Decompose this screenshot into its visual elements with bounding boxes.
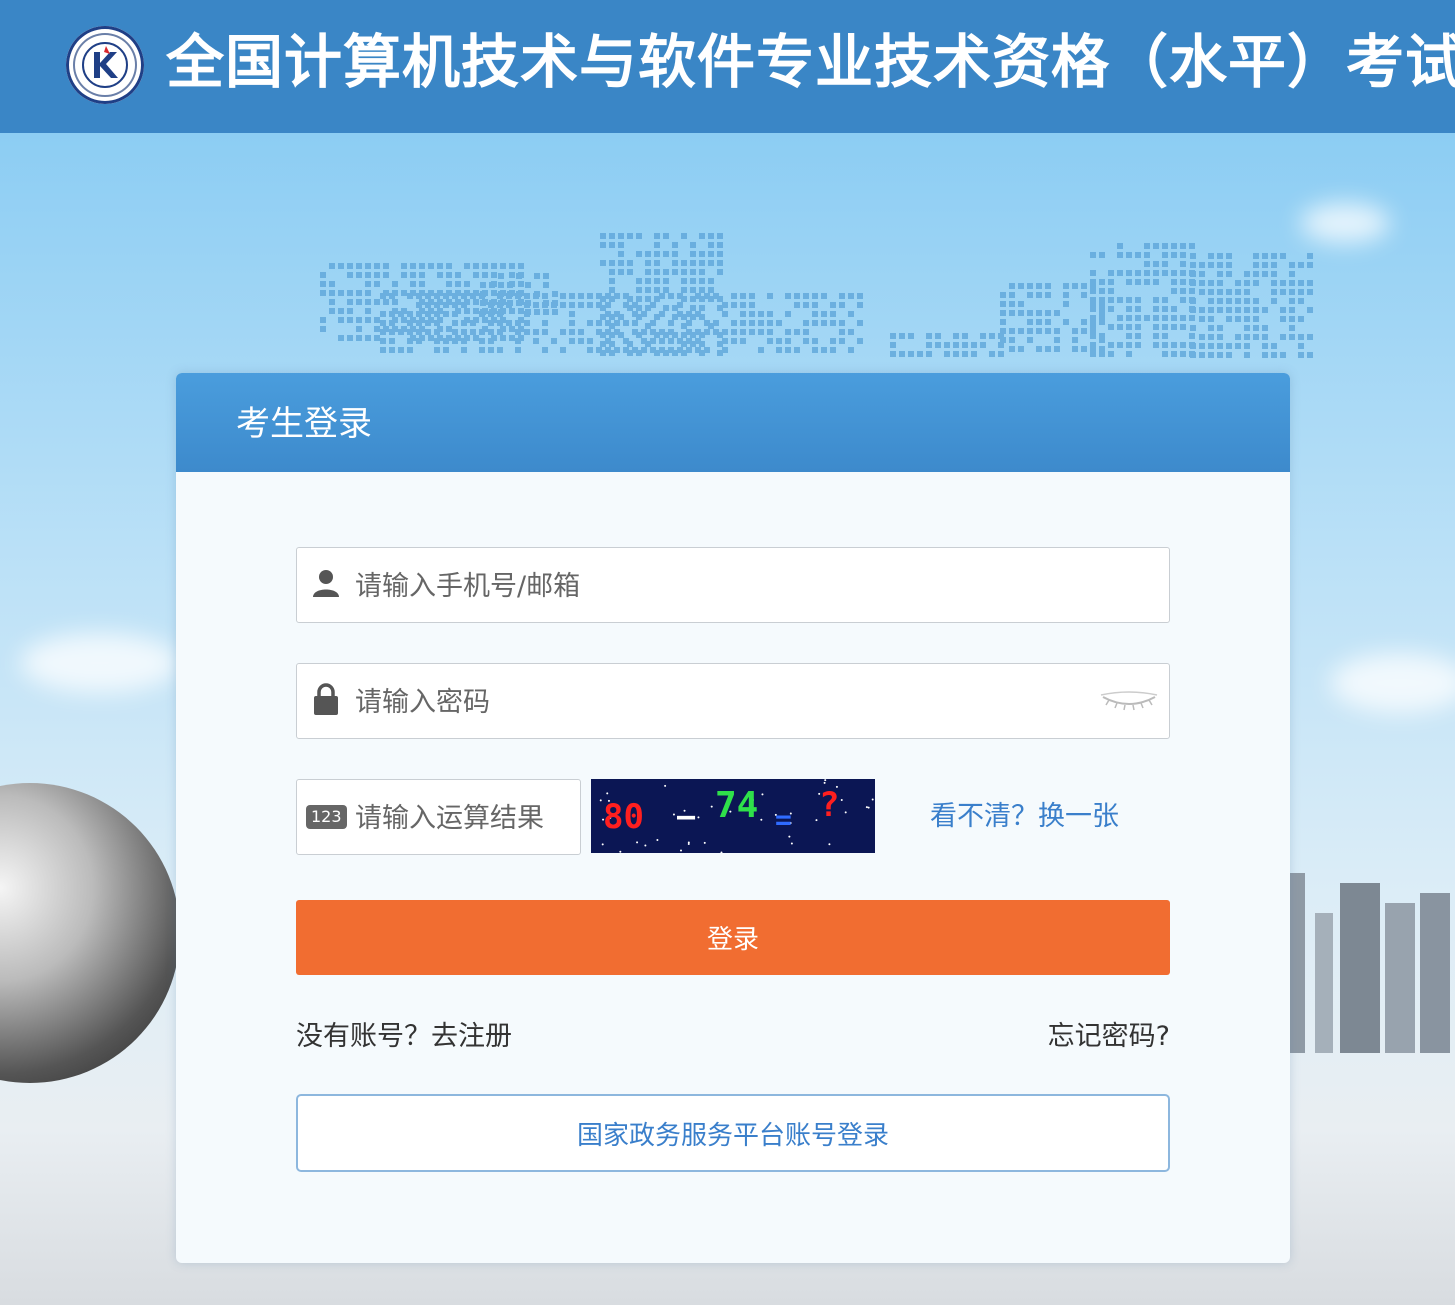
eye-closed-icon[interactable] [1099, 687, 1159, 715]
captcha-operator: — [677, 799, 695, 834]
captcha-operand-2: 74 [715, 785, 758, 826]
password-field[interactable] [296, 663, 1170, 739]
username-input[interactable] [353, 548, 1109, 624]
captcha-equals: = [775, 803, 792, 836]
username-field[interactable] [296, 547, 1170, 623]
gov-platform-login-button[interactable]: 国家政务服务平台账号登录 [296, 1094, 1170, 1172]
forgot-password-link[interactable]: 忘记密码? [1048, 1019, 1170, 1055]
login-button[interactable]: 登录 [296, 900, 1170, 975]
refresh-captcha-link[interactable]: 看不清？换一张 [930, 799, 1119, 835]
register-link[interactable]: 没有账号？去注册 [296, 1019, 512, 1055]
lock-icon [313, 683, 339, 719]
login-card: 考生登录 123 80 — 74 = ? 看不清？换一张 登录 没有账号？去注册… [176, 373, 1290, 1263]
page-title: 全国计算机技术与软件专业技术资格（水平）考试 [166, 24, 1455, 100]
login-card-header: 考生登录 [176, 373, 1290, 472]
captcha-input[interactable] [353, 780, 580, 856]
captcha-image[interactable]: 80 — 74 = ? [591, 779, 875, 853]
captcha-operand-1: 80 [603, 797, 644, 837]
login-title: 考生登录 [236, 401, 372, 447]
globe-image [0, 783, 180, 1083]
city-skyline-image [1285, 853, 1455, 1053]
number-badge-icon: 123 [306, 805, 347, 829]
password-input[interactable] [353, 664, 1109, 740]
site-header: 全国计算机技术与软件专业技术资格（水平）考试 [0, 0, 1455, 133]
captcha-question: ? [819, 785, 839, 825]
logo-emblem-icon [66, 26, 144, 104]
user-icon [311, 568, 341, 602]
captcha-field[interactable]: 123 [296, 779, 581, 855]
site-logo [66, 26, 144, 104]
